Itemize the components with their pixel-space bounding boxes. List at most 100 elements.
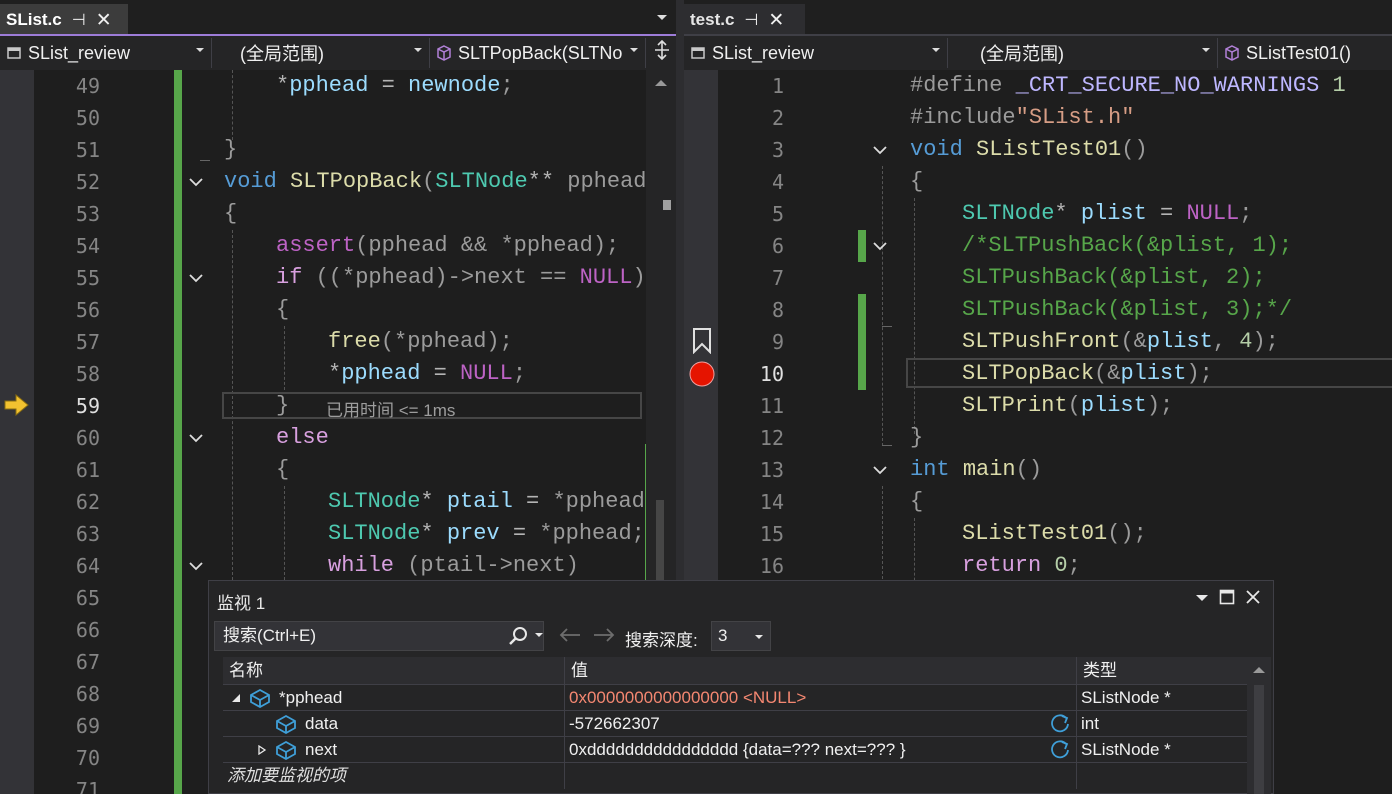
scroll-thumb[interactable] [656, 500, 664, 580]
watch-window[interactable]: 监视 1 搜索(Ctrl+E) 搜索深度: 3 名称 值 类型 *pphead … [208, 580, 1274, 794]
column-header-type[interactable]: 类型 [1077, 657, 1247, 685]
line-number: 2 [771, 106, 784, 130]
line-number: 65 [75, 586, 100, 610]
line-number: 7 [771, 266, 784, 290]
watch-row-data[interactable]: data -572662307 int [223, 711, 1247, 737]
search-forward-arrow-icon[interactable] [593, 627, 615, 643]
search-depth-dropdown[interactable]: 3 [711, 621, 771, 651]
line-number: 55 [75, 266, 100, 290]
code-line-16: return 0; [962, 553, 1081, 578]
close-icon[interactable] [1245, 589, 1261, 605]
fold-toggle-chevron-icon[interactable] [186, 262, 206, 294]
perf-tip-elapsed[interactable]: 已用时间 <= 1ms [326, 396, 455, 421]
line-number: 9 [771, 330, 784, 354]
watch-window-title: 监视 1 [217, 594, 266, 613]
scope-dropdown[interactable]: (全局范围) [212, 38, 430, 68]
tab-overflow-icon[interactable] [655, 12, 669, 22]
scroll-up-arrow-icon[interactable] [654, 78, 668, 88]
watch-vertical-scrollbar[interactable] [1247, 657, 1271, 794]
scroll-thumb[interactable] [1254, 685, 1264, 794]
watch-value[interactable]: 0x0000000000000000 <NULL> [565, 685, 1077, 711]
line-number: 12 [759, 426, 784, 450]
line-number: 15 [759, 522, 784, 546]
pin-icon[interactable]: ⊣ [744, 10, 758, 30]
code-line-64: while (ptail->next) [328, 553, 579, 578]
line-number: 64 [75, 554, 100, 578]
add-watch-placeholder[interactable]: 添加要监视的项 [227, 763, 565, 789]
fold-toggle-chevron-icon[interactable] [870, 230, 890, 262]
indicator-margin[interactable] [0, 70, 34, 794]
watch-type: SListNode * [1081, 688, 1171, 707]
watch-name: *pphead [279, 685, 565, 711]
bookmark-icon[interactable] [692, 328, 712, 354]
member-dropdown[interactable]: SLTPopBack(SLTNo [430, 38, 646, 68]
line-number: 52 [75, 170, 100, 194]
fold-toggle-chevron-icon[interactable] [870, 134, 890, 166]
scope-label: (全局范围) [980, 44, 1064, 64]
line-number: 62 [75, 490, 100, 514]
scope-dropdown[interactable]: (全局范围) [948, 38, 1218, 68]
window-menu-chevron-icon[interactable] [1195, 593, 1209, 603]
refresh-icon[interactable] [1049, 740, 1071, 760]
line-number: 10 [759, 362, 784, 386]
column-header-value[interactable]: 值 [565, 657, 1077, 685]
watch-row-next[interactable]: next 0xdddddddddddddddd {data=??? next=?… [223, 737, 1247, 763]
change-tracking-bar [858, 230, 866, 262]
project-dropdown[interactable]: SList_review [0, 38, 212, 68]
search-back-arrow-icon[interactable] [559, 627, 581, 643]
code-line-6: /*SLTPushBack(&plist, 1); [962, 233, 1293, 258]
code-line-7: SLTPushBack(&plist, 2); [962, 265, 1266, 290]
member-dropdown[interactable]: SListTest01() [1218, 38, 1392, 68]
fold-toggle-chevron-icon[interactable] [186, 550, 206, 582]
watch-add-item-row[interactable]: 添加要监视的项 [223, 763, 1247, 789]
tab-test-c[interactable]: test.c ⊣ ✕ [684, 4, 805, 36]
fold-toggle-chevron-icon[interactable] [870, 454, 890, 486]
line-number: 49 [75, 74, 100, 98]
scroll-position-marker [663, 200, 671, 210]
watch-type: SListNode * [1081, 740, 1171, 759]
project-label: SList_review [712, 42, 815, 63]
refresh-icon[interactable] [1049, 714, 1071, 734]
close-icon[interactable]: ✕ [96, 9, 112, 32]
column-header-name[interactable]: 名称 [223, 657, 565, 685]
watch-row-pphead[interactable]: *pphead 0x0000000000000000 <NULL> SListN… [223, 685, 1247, 711]
line-number: 60 [75, 426, 100, 450]
scroll-up-arrow-icon[interactable] [1252, 665, 1266, 675]
line-number: 63 [75, 522, 100, 546]
tab-slist-c[interactable]: SList.c ⊣ ✕ [0, 4, 128, 36]
project-icon [691, 47, 705, 59]
indent-guide [284, 486, 285, 580]
code-line-52: void SLTPopBack(SLTNode** pphead) [224, 169, 660, 194]
line-number: 11 [759, 394, 784, 418]
line-number: 5 [771, 202, 784, 226]
watch-name: next [305, 737, 565, 763]
right-navbar: SList_review (全局范围) SListTest01() [684, 36, 1392, 70]
fold-toggle-chevron-icon[interactable] [186, 166, 206, 198]
line-number: 14 [759, 490, 784, 514]
expanded-triangle-icon[interactable] [231, 693, 241, 703]
maximize-icon[interactable] [1219, 589, 1235, 605]
collapsed-triangle-icon[interactable] [257, 745, 267, 755]
search-icon[interactable] [507, 626, 547, 646]
watch-value[interactable]: 0xdddddddddddddddd {data=??? next=??? } [565, 737, 1077, 763]
line-number: 6 [771, 234, 784, 258]
code-line-13: int main() [910, 457, 1043, 482]
line-number: 8 [771, 298, 784, 322]
line-number: 71 [75, 778, 100, 794]
watch-value[interactable]: -572662307 [565, 711, 1077, 737]
line-number: 1 [771, 74, 784, 98]
watch-grid: 名称 值 类型 *pphead 0x0000000000000000 <NULL… [223, 657, 1247, 794]
close-icon[interactable]: ✕ [768, 9, 784, 32]
pin-icon[interactable]: ⊣ [72, 10, 86, 30]
project-dropdown[interactable]: SList_review [684, 38, 948, 68]
scope-label: (全局范围) [240, 44, 324, 64]
split-window-icon[interactable] [648, 39, 676, 66]
line-number: 68 [75, 682, 100, 706]
watch-name: data [305, 711, 565, 737]
watch-search-input[interactable]: 搜索(Ctrl+E) [214, 621, 544, 651]
indent-guide [284, 326, 285, 390]
line-number: 54 [75, 234, 100, 258]
code-line-62: SLTNode* ptail = *pphead [328, 489, 645, 514]
breakpoint-icon[interactable] [689, 361, 715, 387]
fold-toggle-chevron-icon[interactable] [186, 422, 206, 454]
